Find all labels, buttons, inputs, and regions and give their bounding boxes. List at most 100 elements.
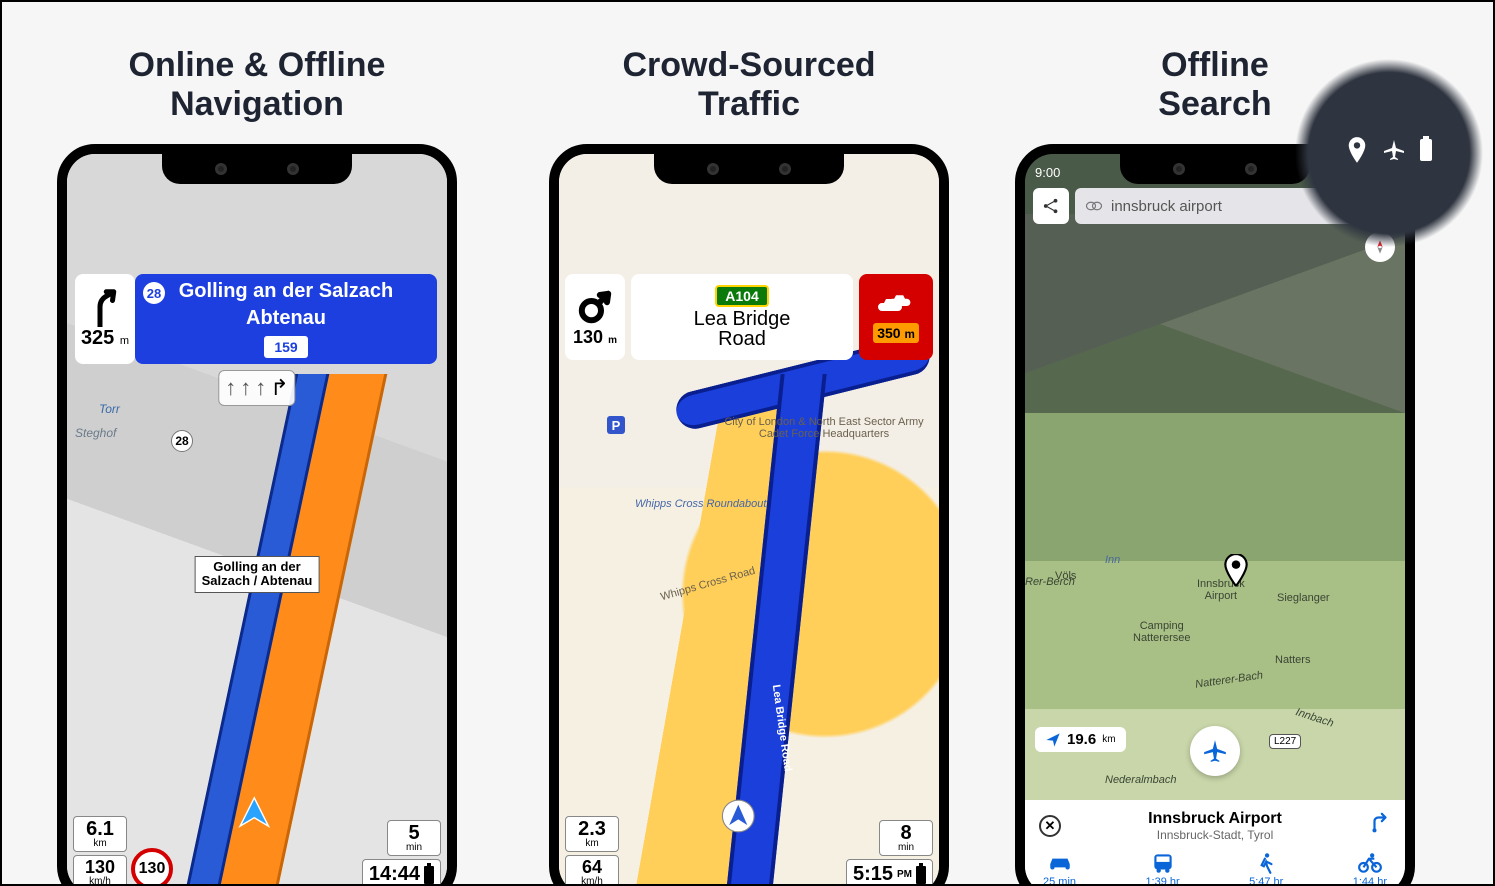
battery-icon [1420, 139, 1432, 167]
lane-2: ↑ [240, 375, 251, 401]
label-innbach: Innbach [1294, 706, 1335, 730]
road-name-1: Lea Bridge [694, 309, 791, 329]
turn-indicator: 130 m [565, 274, 625, 360]
eta-clock: 5:15PM [846, 859, 933, 886]
map-canvas[interactable]: Steghof Torr 28 [67, 154, 447, 886]
phone-power-edge [455, 344, 457, 464]
status-time: 9:00 [1035, 165, 1060, 180]
search-query: innsbruck airport [1111, 198, 1222, 215]
turn-distance-unit: m [120, 335, 129, 347]
arrow-bear-right-icon [90, 289, 120, 327]
label-campsite: Camping Natterersee [1133, 620, 1190, 644]
turn-indicator: 325 m [75, 274, 135, 364]
result-map-pin[interactable] [1223, 554, 1249, 591]
label-sieglanger: Sieglanger [1277, 592, 1330, 604]
label-nederalmbach: Nederalmbach [1105, 774, 1177, 786]
highway-dest1: Golling an der Salzach [179, 280, 394, 303]
search-screen: Völs Innsbruck Airport Sieglanger Inn Ca… [1025, 154, 1405, 886]
travel-modes: 25 min 1:39 hr 5:47 hr 1:44 hr [1039, 852, 1391, 886]
headline-navigation: Online & Offline Navigation [22, 2, 492, 144]
traffic-distance-unit: m [904, 328, 914, 341]
remaining-distance: 6.1 km [73, 816, 127, 852]
highway-badge: 28 [143, 282, 165, 304]
mode-car[interactable]: 25 min [1043, 852, 1076, 886]
terrain-mountains [1025, 214, 1405, 474]
map-exit-label: Golling an der Salzach / Abtenau [195, 556, 320, 593]
road-name-panel: A104 Lea Bridge Road [631, 274, 853, 360]
airplane-icon [1202, 738, 1228, 764]
history-icon [1085, 199, 1103, 213]
airplane-mode-icon [1382, 138, 1406, 168]
promo-col-navigation: Online & Offline Navigation Steghof Torr… [22, 2, 492, 886]
eta-minutes: 8 min [879, 820, 933, 856]
vehicle-arrow-icon [722, 799, 756, 833]
offline-highlight-halo [1294, 58, 1484, 248]
directions-button[interactable] [1369, 812, 1391, 840]
roundabout-icon [577, 287, 613, 327]
location-arrow-icon [1045, 732, 1061, 748]
share-icon [1042, 197, 1060, 215]
lane-1: ↑ [225, 375, 236, 401]
vehicle-marker [237, 795, 271, 834]
label-natters: Natters [1275, 654, 1310, 666]
parking-icon: P [607, 416, 625, 434]
battery-icon [916, 866, 926, 884]
map-canvas[interactable]: Völs Innsbruck Airport Sieglanger Inn Ca… [1025, 154, 1405, 886]
speed-limit-sign: 130 [131, 848, 173, 886]
top-panel: 130 m A104 Lea Bridge Road 350 m [565, 274, 933, 360]
result-sheet: ✕ Innsbruck Airport Innsbruck-Stadt, Tyr… [1025, 800, 1405, 886]
directions-icon [1369, 812, 1391, 834]
promo-col-traffic: Crowd-Sourced Traffic City of London & N… [514, 2, 984, 886]
road-shield-l227: L227 [1269, 734, 1301, 749]
label-nattererbach: Natterer-Bach [1194, 669, 1263, 690]
turn-distance: 130 [573, 327, 603, 347]
bottom-right-cluster: 8 min 5:15PM [846, 820, 933, 886]
walk-icon [1253, 852, 1279, 874]
traffic-screen: City of London & North East Sector Army … [559, 154, 939, 886]
car-icon [1047, 852, 1073, 874]
remaining-distance: 2.3 km [565, 816, 619, 852]
poi-cadet-hq: City of London & North East Sector Army … [709, 416, 939, 440]
location-icon [1346, 136, 1368, 170]
vehicle-marker [722, 799, 756, 838]
poi-roundabout: Whipps Cross Roundabout [635, 498, 766, 510]
bottom-left-cluster: 2.3 km 64 km/h [565, 816, 619, 886]
current-speed: 130 km/h [73, 855, 127, 886]
promo-col-search: Offline Search Völs Innsbruck Airport Si… [980, 2, 1450, 886]
phone-frame: Völs Innsbruck Airport Sieglanger Inn Ca… [1015, 144, 1415, 886]
highway-dest2: Abtenau [246, 307, 326, 330]
close-result-button[interactable]: ✕ [1039, 815, 1061, 837]
result-subtitle: Innsbruck-Stadt, Tyrol [1071, 828, 1359, 842]
bottom-left-cluster: 6.1 km 130 km/h 130 [73, 816, 173, 886]
headline-traffic: Crowd-Sourced Traffic [514, 2, 984, 144]
lane-guidance: ↑ ↑ ↑ ↱ [218, 370, 295, 406]
map-pin-icon [1223, 554, 1249, 586]
lane-4: ↱ [270, 375, 288, 401]
current-speed: 64 km/h [565, 855, 619, 886]
road-name-2: Road [718, 329, 766, 349]
vehicle-arrow-icon [237, 795, 271, 829]
turn-distance-unit: m [608, 335, 617, 346]
phone-frame: Steghof Torr 28 325 m 28 Golling an der … [57, 144, 457, 886]
eta-clock: 14:44 [362, 859, 441, 886]
label-inn-river: Inn [1105, 554, 1120, 566]
nav-screen: Steghof Torr 28 325 m 28 Golling an der … [67, 154, 447, 886]
result-title: Innsbruck Airport [1071, 810, 1359, 828]
lane-3: ↑ [255, 375, 266, 401]
bottom-right-cluster: 5 min 14:44 [362, 820, 441, 886]
map-canvas[interactable]: City of London & North East Sector Army … [559, 154, 939, 886]
phone-notch [162, 154, 352, 184]
highway-sign: 28 Golling an der Salzach Abtenau 159 [135, 274, 437, 364]
share-button[interactable] [1033, 188, 1069, 224]
traffic-alert-button[interactable]: 350 m [859, 274, 933, 360]
mode-walk[interactable]: 5:47 hr [1249, 852, 1283, 886]
phone-frame: City of London & North East Sector Army … [549, 144, 949, 886]
mode-bike[interactable]: 1:44 hr [1353, 852, 1387, 886]
road-shield-28: 28 [171, 430, 193, 452]
road-number-shield: A104 [715, 285, 768, 307]
mode-transit[interactable]: 1:39 hr [1145, 852, 1179, 886]
distance-chip: 19.6km [1035, 727, 1126, 752]
phone-power-edge [947, 344, 949, 464]
category-fab[interactable] [1190, 726, 1240, 776]
turn-distance: 325 [81, 327, 114, 349]
